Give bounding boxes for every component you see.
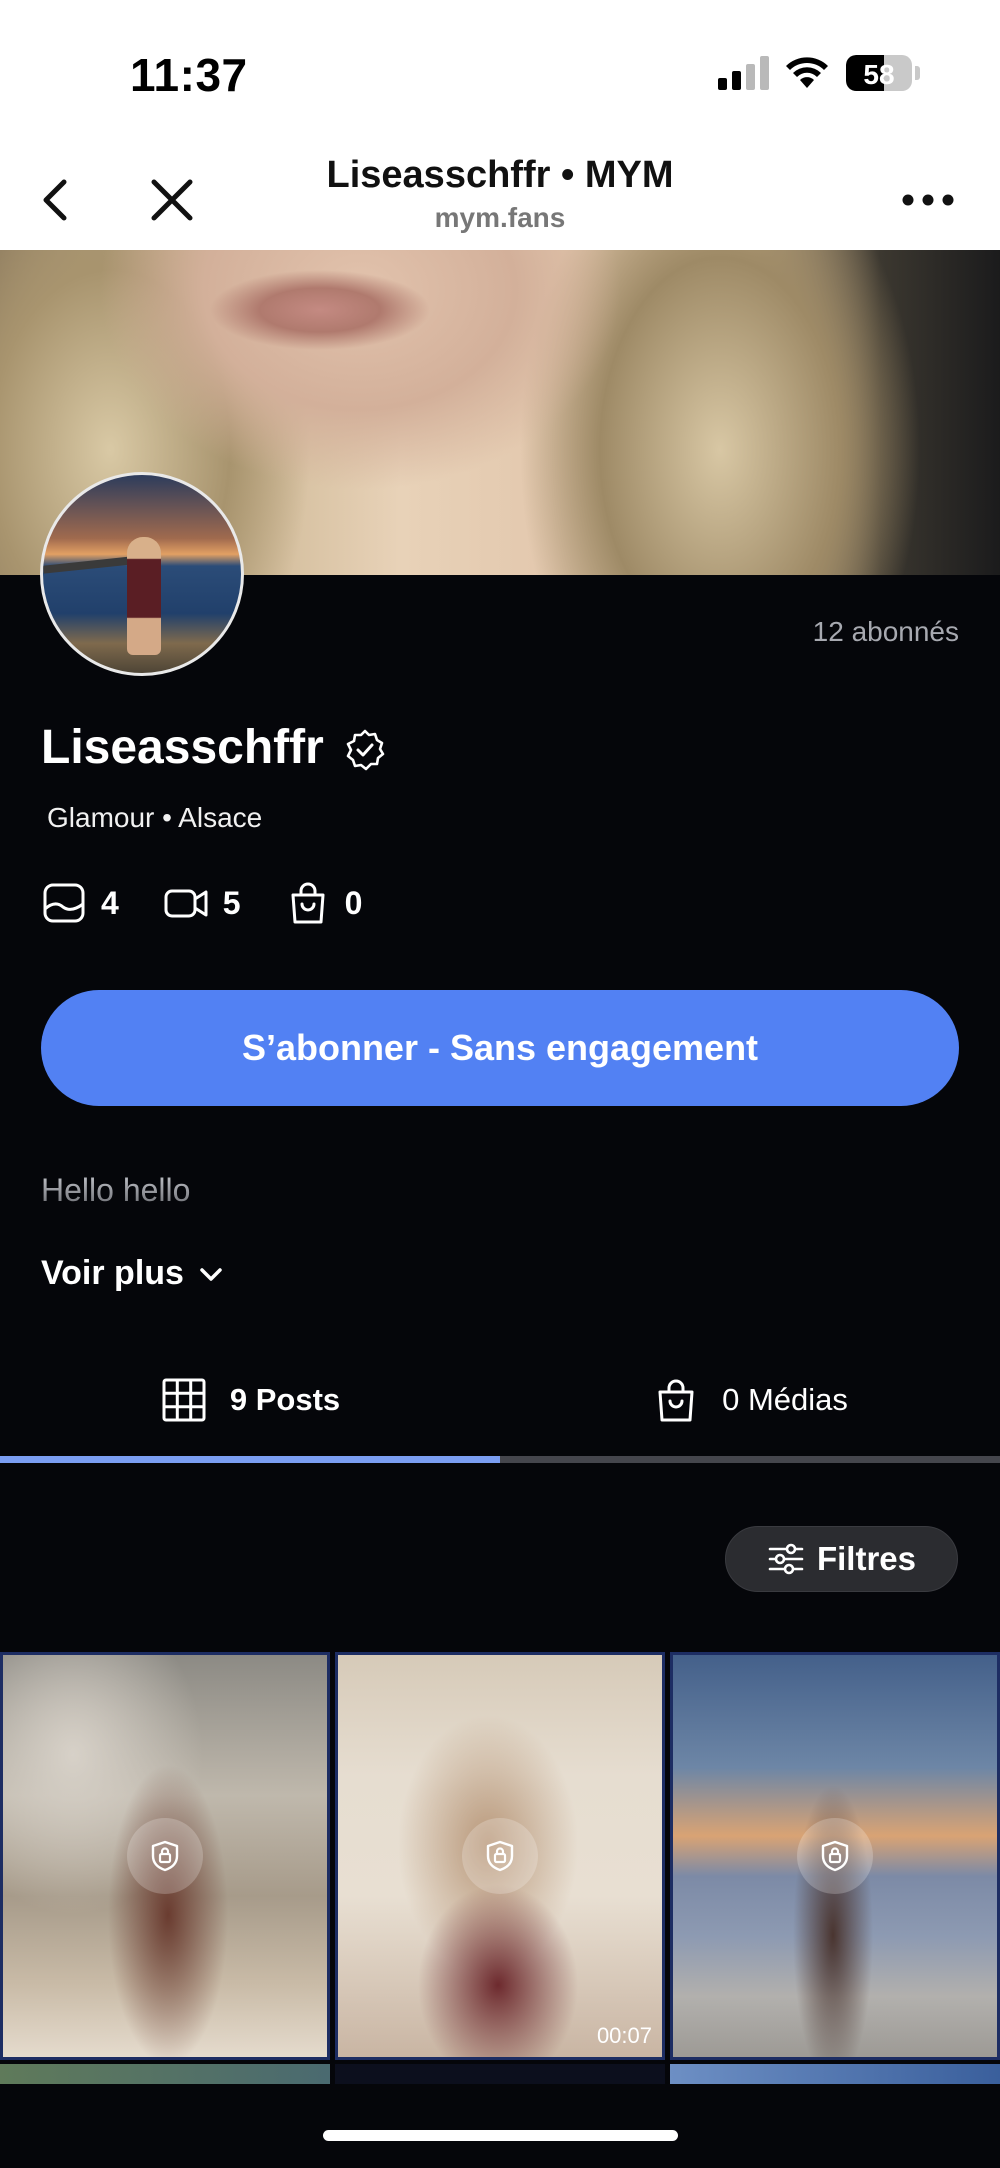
avatar-pier (43, 556, 134, 574)
wifi-icon (786, 57, 828, 88)
tab-posts[interactable]: 9 Posts (0, 1340, 500, 1460)
stat-videos-count: 5 (222, 884, 241, 921)
shopping-bag-icon (291, 882, 325, 924)
post-thumbnail[interactable] (0, 1652, 330, 2060)
profile-categories: Glamour • Alsace (47, 802, 263, 833)
stat-photos-count: 4 (101, 884, 119, 921)
filters-label: Filtres (816, 1540, 917, 1577)
content-stats: 4 5 0 (41, 880, 406, 926)
chevron-down-icon (200, 1267, 222, 1281)
filters-button[interactable]: Filtres (725, 1526, 958, 1592)
tab-track (0, 1456, 1000, 1463)
tab-posts-label: 9 Posts (229, 1382, 341, 1417)
subscribe-button[interactable]: S’abonner - Sans engagement (41, 990, 959, 1106)
status-bar: 11:37 58 (0, 0, 1000, 150)
content-tabs: 9 Posts 0 Médias (0, 1340, 1000, 1460)
battery-icon: 58 (846, 55, 912, 91)
page-domain: mym.fans (434, 202, 566, 233)
lock-icon (127, 1818, 203, 1894)
tab-media-label: 0 Médias (722, 1382, 848, 1417)
profile-name: Liseasschffr (41, 721, 324, 774)
stat-videos: 5 (163, 880, 241, 926)
shopping-bag-icon (658, 1379, 694, 1422)
lock-icon (462, 1818, 538, 1894)
status-time: 11:37 (130, 49, 248, 101)
page-title: Liseasschffr • MYM (326, 154, 674, 196)
cellular-signal-icon (718, 56, 770, 90)
active-tab-indicator (0, 1456, 500, 1463)
see-more-button[interactable]: Voir plus (41, 1254, 226, 1293)
lock-icon (797, 1818, 873, 1894)
browser-header: Liseasschffr • MYM mym.fans (0, 150, 1000, 250)
more-horizontal-icon (902, 194, 954, 206)
battery-level: 58 (863, 59, 895, 90)
post-thumbnail[interactable]: 00:07 (335, 1652, 665, 2060)
stat-photos: 4 (41, 880, 119, 926)
home-indicator[interactable] (323, 2130, 678, 2141)
see-more-label: Voir plus (41, 1254, 184, 1292)
stat-products-count: 0 (344, 884, 363, 921)
tab-media[interactable]: 0 Médias (500, 1340, 1000, 1460)
avatar[interactable] (40, 472, 244, 676)
posts-grid: 00:07 (0, 1652, 1000, 2062)
verified-badge-icon (346, 729, 385, 771)
stat-products: 0 (285, 880, 363, 926)
post-thumbnail-peek[interactable] (0, 2064, 330, 2084)
post-thumbnail-peek[interactable] (670, 2064, 1000, 2084)
photo-icon (43, 883, 85, 923)
posts-grid-next-row (0, 2064, 1000, 2084)
more-options-button[interactable] (896, 168, 960, 232)
post-thumbnail-peek[interactable] (335, 2064, 665, 2084)
video-duration: 00:07 (596, 2023, 652, 2048)
bio-fade (0, 1180, 1000, 1236)
subscriber-count: 12 abonnés (812, 616, 959, 647)
grid-icon (162, 1378, 206, 1422)
post-thumbnail[interactable] (670, 1652, 1000, 2060)
avatar-figure (127, 537, 161, 655)
sliders-icon (768, 1543, 804, 1575)
battery-cap (915, 66, 920, 80)
video-icon (164, 889, 208, 918)
